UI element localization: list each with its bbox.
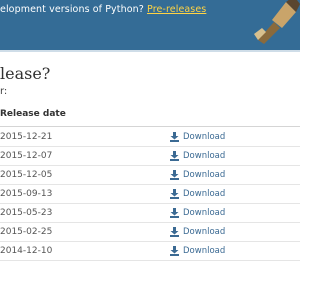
download-label: Download: [183, 208, 226, 218]
download-icon: [170, 227, 179, 237]
download-label: Download: [183, 132, 226, 142]
release-date: 2015-12-05: [0, 170, 53, 180]
download-label: Download: [183, 189, 226, 199]
table-row: 2015-02-25 Download: [0, 223, 300, 242]
row-divider: [0, 260, 300, 261]
banner-message: elopment versions of Python?: [0, 4, 144, 15]
download-label: Download: [183, 246, 226, 256]
download-icon: [170, 208, 179, 218]
download-icon: [170, 170, 179, 180]
table-row: 2015-05-23 Download: [0, 204, 300, 223]
table-row: 2015-09-13 Download: [0, 185, 300, 204]
download-link[interactable]: Download: [170, 207, 225, 219]
release-date: 2014-12-10: [0, 246, 53, 256]
table-row: 2015-12-21 Download: [0, 128, 300, 147]
table-row: 2015-12-05 Download: [0, 166, 300, 185]
download-icon: [170, 246, 179, 256]
section-heading: lease?: [0, 64, 51, 83]
download-link[interactable]: Download: [170, 226, 225, 238]
release-date: 2015-02-25: [0, 227, 53, 237]
section-subheading: r:: [0, 86, 8, 97]
table-row: 2014-12-10 Download: [0, 242, 300, 261]
download-link[interactable]: Download: [170, 188, 225, 200]
release-date: 2015-12-07: [0, 151, 53, 161]
download-link[interactable]: Download: [170, 169, 225, 181]
python-logo-icon: [254, 0, 300, 44]
pre-releases-link[interactable]: Pre-releases: [147, 4, 206, 15]
top-banner: elopment versions of Python? Pre-release…: [0, 0, 300, 50]
download-link[interactable]: Download: [170, 245, 225, 257]
column-header-release-date: Release date: [0, 109, 66, 119]
download-label: Download: [183, 170, 226, 180]
release-date: 2015-09-13: [0, 189, 53, 199]
download-icon: [170, 132, 179, 142]
banner-divider: [0, 50, 300, 52]
header-divider: [0, 126, 300, 127]
download-link[interactable]: Download: [170, 131, 225, 143]
download-icon: [170, 189, 179, 199]
banner-text: elopment versions of Python? Pre-release…: [0, 4, 206, 15]
download-icon: [170, 151, 179, 161]
download-label: Download: [183, 151, 226, 161]
table-row: 2015-12-07 Download: [0, 147, 300, 166]
download-label: Download: [183, 227, 226, 237]
release-date: 2015-12-21: [0, 132, 53, 142]
release-date: 2015-05-23: [0, 208, 53, 218]
download-link[interactable]: Download: [170, 150, 225, 162]
